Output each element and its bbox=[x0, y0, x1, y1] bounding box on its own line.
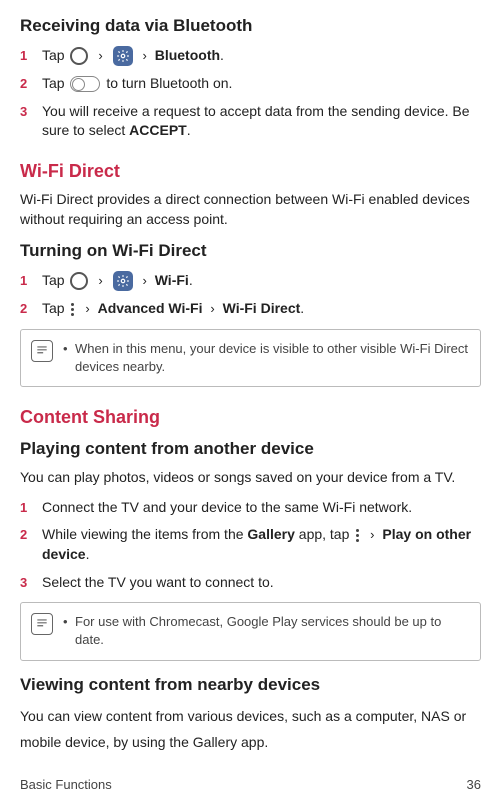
steps-playing-content: Connect the TV and your device to the sa… bbox=[20, 498, 481, 592]
label-wifi-direct: Wi-Fi Direct bbox=[223, 300, 301, 316]
chevron-icon: › bbox=[85, 300, 89, 318]
note-box-wifi-direct: When in this menu, your device is visibl… bbox=[20, 329, 481, 387]
text-part-a: While viewing the items from the bbox=[42, 526, 247, 542]
label-wifi: Wi-Fi bbox=[155, 272, 189, 288]
text-part-b: . bbox=[187, 122, 191, 138]
step-2: While viewing the items from the Gallery… bbox=[20, 525, 481, 564]
chevron-icon: › bbox=[98, 47, 102, 65]
chevron-icon: › bbox=[142, 272, 146, 290]
step-1: Connect the TV and your device to the sa… bbox=[20, 498, 481, 518]
chevron-icon: › bbox=[98, 272, 102, 290]
steps-wifi-direct: Tap › › Wi-Fi. Tap › Advanced Wi-Fi › Wi… bbox=[20, 271, 481, 319]
heading-content-sharing: Content Sharing bbox=[20, 405, 481, 430]
subheading-viewing-nearby: Viewing content from nearby devices bbox=[20, 673, 481, 697]
step-2: Tap › Advanced Wi-Fi › Wi-Fi Direct. bbox=[20, 299, 481, 319]
chevron-icon: › bbox=[210, 300, 214, 318]
step-1: Tap › › Bluetooth. bbox=[20, 46, 481, 66]
chevron-icon: › bbox=[142, 47, 146, 65]
subheading-playing-content: Playing content from another device bbox=[20, 437, 481, 461]
note-icon bbox=[31, 340, 53, 362]
circle-icon bbox=[70, 272, 88, 290]
text-tap: Tap bbox=[42, 47, 65, 63]
text-period: . bbox=[220, 47, 224, 63]
step-3: Select the TV you want to connect to. bbox=[20, 573, 481, 593]
more-options-icon bbox=[356, 529, 359, 542]
steps-bluetooth-receive: Tap › › Bluetooth. Tap to turn Bluetooth… bbox=[20, 46, 481, 141]
desc-playing-content: You can play photos, videos or songs sav… bbox=[20, 468, 481, 488]
more-options-icon bbox=[71, 303, 74, 316]
heading-wifi-direct: Wi-Fi Direct bbox=[20, 159, 481, 184]
text-rest: to turn Bluetooth on. bbox=[106, 75, 232, 91]
desc-wifi-direct: Wi-Fi Direct provides a direct connectio… bbox=[20, 190, 481, 229]
text-part-a: You will receive a request to accept dat… bbox=[42, 103, 470, 139]
text-part-b: app, tap bbox=[295, 526, 353, 542]
footer-page-number: 36 bbox=[467, 776, 481, 794]
text-tap: Tap bbox=[42, 300, 65, 316]
step-3: You will receive a request to accept dat… bbox=[20, 102, 481, 141]
note-text: When in this menu, your device is visibl… bbox=[63, 340, 470, 376]
text-tap: Tap bbox=[42, 75, 65, 91]
note-icon bbox=[31, 613, 53, 635]
page-footer: Basic Functions 36 bbox=[20, 776, 481, 794]
label-advanced-wifi: Advanced Wi-Fi bbox=[98, 300, 203, 316]
label-accept: ACCEPT bbox=[129, 122, 187, 138]
label-gallery: Gallery bbox=[247, 526, 294, 542]
step-1: Tap › › Wi-Fi. bbox=[20, 271, 481, 291]
note-text: For use with Chromecast, Google Play ser… bbox=[63, 613, 470, 649]
settings-icon bbox=[113, 271, 133, 291]
desc-viewing-nearby: You can view content from various device… bbox=[20, 704, 481, 754]
note-box-chromecast: For use with Chromecast, Google Play ser… bbox=[20, 602, 481, 660]
text-period: . bbox=[189, 272, 193, 288]
step-2: Tap to turn Bluetooth on. bbox=[20, 74, 481, 94]
text-tap: Tap bbox=[42, 272, 65, 288]
footer-section-name: Basic Functions bbox=[20, 776, 112, 794]
text-part-c: . bbox=[86, 546, 90, 562]
heading-receiving-bluetooth: Receiving data via Bluetooth bbox=[20, 14, 481, 38]
chevron-icon: › bbox=[370, 526, 374, 544]
text-period: . bbox=[300, 300, 304, 316]
circle-icon bbox=[70, 47, 88, 65]
settings-icon bbox=[113, 46, 133, 66]
label-bluetooth: Bluetooth bbox=[155, 47, 220, 63]
subheading-turning-on-wifi-direct: Turning on Wi-Fi Direct bbox=[20, 239, 481, 263]
toggle-icon bbox=[70, 76, 100, 92]
